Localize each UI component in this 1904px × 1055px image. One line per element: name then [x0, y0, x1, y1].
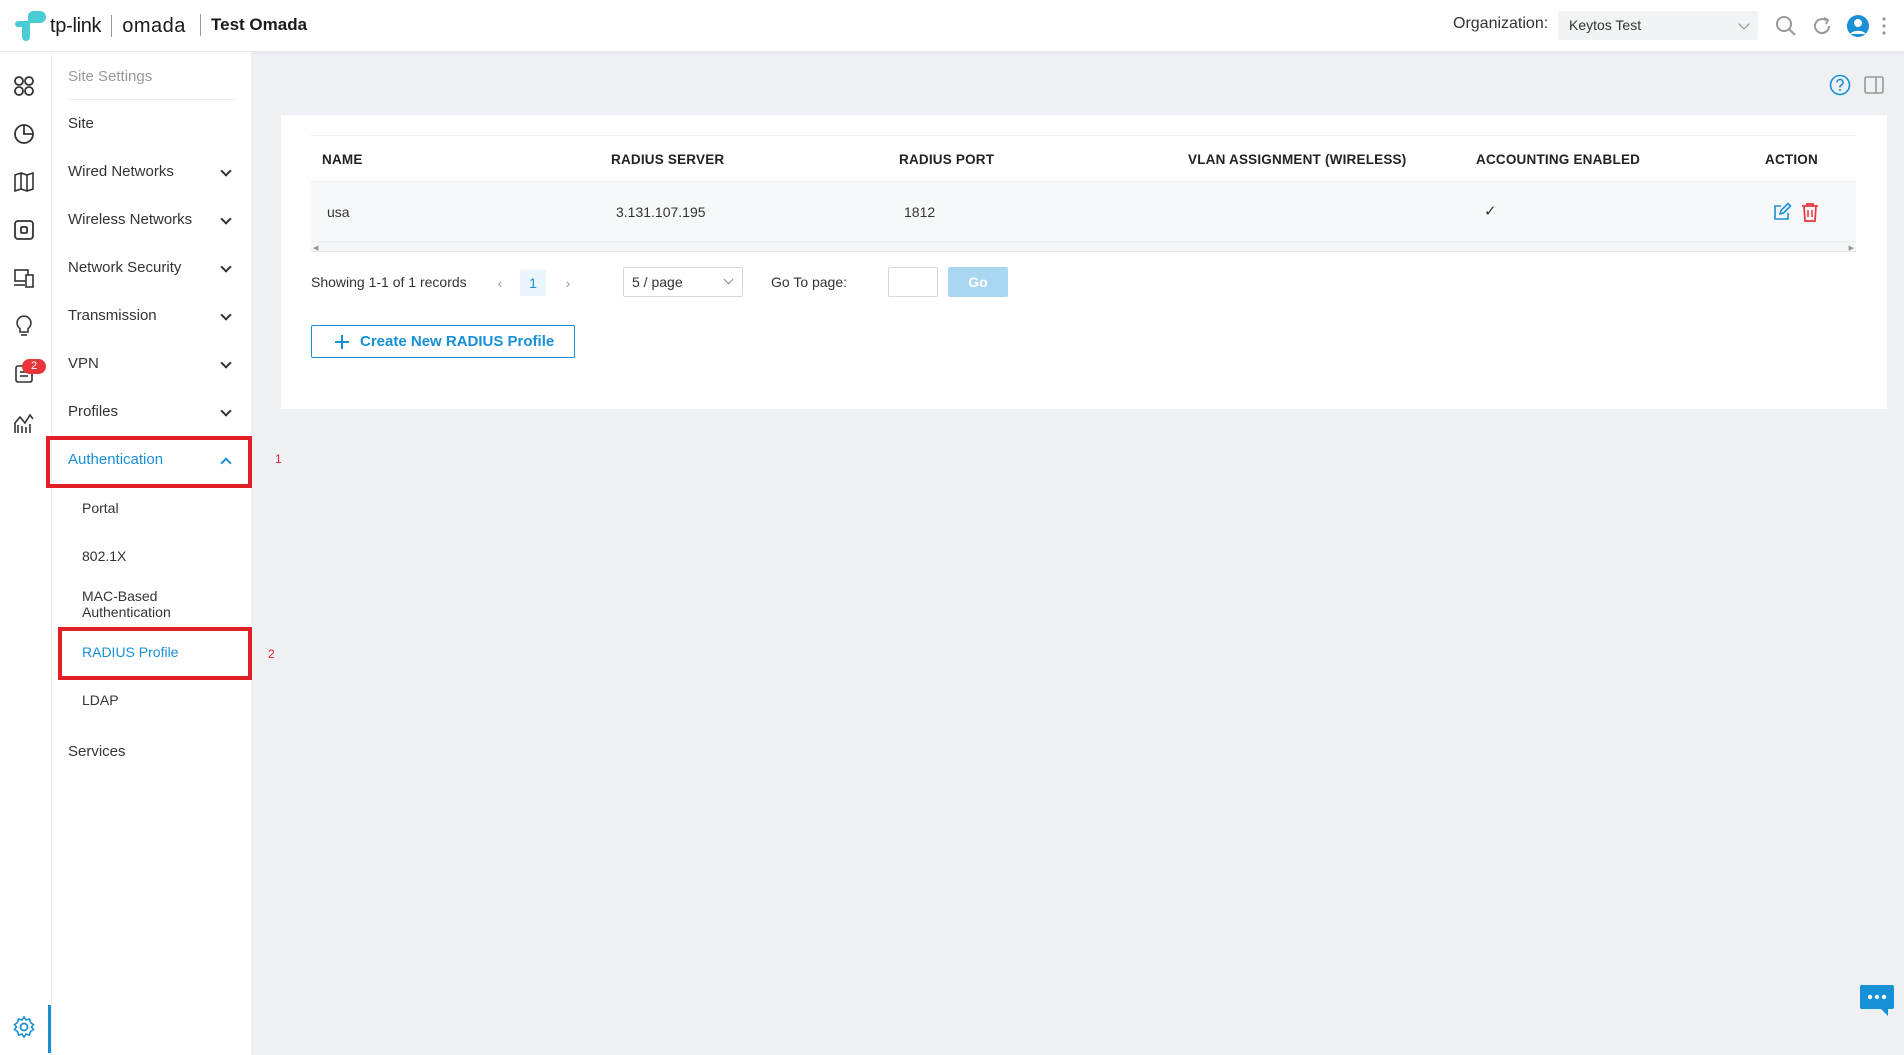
- menu-item-vpn[interactable]: VPN: [68, 340, 236, 388]
- icon-rail: 2: [0, 52, 52, 1055]
- menu-item-label: Network Security: [68, 259, 182, 276]
- menu-item-services[interactable]: Services: [68, 728, 236, 776]
- page-size-value: 5 / page: [632, 274, 683, 290]
- chevron-down-icon: [1738, 18, 1750, 30]
- goto-page-input[interactable]: [888, 267, 938, 297]
- sub-item-portal[interactable]: Portal: [82, 500, 242, 516]
- logs-badge: 2: [22, 359, 47, 374]
- column-header-radius-server[interactable]: RADIUS SERVER: [611, 136, 724, 183]
- next-page-icon[interactable]: ›: [555, 270, 581, 296]
- menu-item-label: Profiles: [68, 403, 119, 420]
- pagination: Showing 1-1 of 1 records ‹ 1 › 5 / page …: [311, 267, 1311, 297]
- statistics-icon[interactable]: [12, 122, 36, 146]
- menu-title: Site Settings: [68, 68, 236, 100]
- rail-active-indicator: [48, 1005, 51, 1053]
- organization-select[interactable]: Keytos Test: [1558, 11, 1758, 40]
- chat-support-icon[interactable]: [1859, 983, 1895, 1017]
- top-bar: tp-link omada Test Omada Organization: K…: [0, 0, 1904, 52]
- column-header-accounting-enabled[interactable]: ACCOUNTING ENABLED: [1476, 136, 1640, 183]
- radius-profile-card: NAME RADIUS SERVER RADIUS PORT VLAN ASSI…: [281, 115, 1887, 409]
- create-button-label: Create New RADIUS Profile: [360, 333, 555, 350]
- cell-name: usa: [327, 204, 350, 220]
- scroll-right-icon[interactable]: ▶: [1849, 244, 1854, 252]
- menu-item-transmission[interactable]: Transmission: [68, 292, 236, 340]
- delete-icon[interactable]: [1801, 202, 1819, 222]
- brand-omada: omada: [122, 14, 186, 37]
- cell-radius-port: 1812: [904, 204, 936, 220]
- chevron-down-icon: [220, 261, 232, 273]
- sub-item-802-1x[interactable]: 802.1X: [82, 548, 242, 564]
- chevron-down-icon: [220, 357, 232, 369]
- organization-value: Keytos Test: [1569, 17, 1642, 33]
- horizontal-scrollbar[interactable]: ◀ ▶: [311, 242, 1856, 252]
- annotation-step-1: 1: [275, 452, 282, 466]
- menu-item-label: Wireless Networks: [68, 211, 193, 228]
- chevron-down-icon: [220, 309, 232, 321]
- clients-icon[interactable]: [12, 266, 36, 290]
- menu-item-wireless-networks[interactable]: Wireless Networks: [68, 196, 236, 244]
- plus-icon: [335, 335, 349, 349]
- site-name[interactable]: Test Omada: [200, 14, 307, 36]
- insight-icon[interactable]: [12, 314, 36, 338]
- help-icon[interactable]: [1829, 74, 1851, 96]
- sub-item-ldap[interactable]: LDAP: [82, 692, 242, 708]
- more-vertical-icon[interactable]: [1880, 14, 1888, 38]
- annotation-box-radius-profile: [58, 627, 252, 680]
- devices-icon[interactable]: [12, 218, 36, 242]
- search-icon[interactable]: [1774, 14, 1798, 38]
- reports-icon[interactable]: [12, 412, 36, 436]
- column-header-vlan-assignment[interactable]: VLAN ASSIGNMENT (WIRELESS): [1188, 136, 1406, 183]
- brand-tp-link: tp-link: [50, 14, 102, 37]
- radius-profile-table: NAME RADIUS SERVER RADIUS PORT VLAN ASSI…: [311, 135, 1856, 252]
- column-header-radius-port[interactable]: RADIUS PORT: [899, 136, 994, 183]
- menu-item-site[interactable]: Site: [68, 100, 236, 148]
- page-number-current[interactable]: 1: [520, 270, 546, 296]
- goto-page-label: Go To page:: [771, 274, 848, 290]
- column-header-name[interactable]: NAME: [322, 136, 363, 183]
- column-header-action: ACTION: [1765, 152, 1818, 167]
- chevron-down-icon: [220, 165, 232, 177]
- page-size-select[interactable]: 5 / page: [623, 267, 743, 297]
- menu-item-label: Transmission: [68, 307, 157, 324]
- settings-icon[interactable]: [12, 1015, 36, 1039]
- chevron-down-icon: [220, 213, 232, 225]
- menu-item-label: Site: [68, 115, 94, 132]
- menu-item-label: Wired Networks: [68, 163, 174, 180]
- tp-link-omada-logo[interactable]: tp-link omada: [14, 11, 186, 41]
- menu-item-profiles[interactable]: Profiles: [68, 388, 236, 436]
- chevron-down-icon: [723, 274, 734, 285]
- panel-toggle-icon[interactable]: [1863, 74, 1885, 96]
- menu-item-wired-networks[interactable]: Wired Networks: [68, 148, 236, 196]
- user-avatar-icon[interactable]: [1846, 14, 1870, 38]
- edit-icon[interactable]: [1772, 202, 1792, 222]
- cell-radius-server: 3.131.107.195: [616, 204, 706, 220]
- tp-link-logo-icon: [15, 11, 46, 41]
- table-row: usa 3.131.107.195 1812 ✓: [311, 182, 1856, 242]
- menu-item-network-security[interactable]: Network Security: [68, 244, 236, 292]
- map-icon[interactable]: [12, 170, 36, 194]
- create-radius-profile-button[interactable]: Create New RADIUS Profile: [311, 325, 575, 358]
- refresh-icon[interactable]: [1810, 14, 1834, 38]
- menu-item-label: Services: [68, 743, 126, 760]
- table-header: NAME RADIUS SERVER RADIUS PORT VLAN ASSI…: [311, 135, 1856, 182]
- annotation-box-authentication: [46, 436, 252, 488]
- annotation-step-2: 2: [268, 647, 275, 661]
- go-button[interactable]: Go: [948, 267, 1008, 297]
- prev-page-icon[interactable]: ‹: [487, 270, 513, 296]
- logo-divider: [111, 15, 113, 37]
- site-settings-menu: Site Settings Site Wired Networks Wirele…: [52, 52, 252, 1055]
- cell-accounting-enabled-check-icon: ✓: [1484, 203, 1497, 220]
- records-summary: Showing 1-1 of 1 records: [311, 274, 467, 290]
- menu-item-label: VPN: [68, 355, 99, 372]
- sub-item-mac-based-authentication[interactable]: MAC-Based Authentication: [82, 588, 192, 620]
- organization-label: Organization:: [1453, 15, 1549, 32]
- chevron-down-icon: [220, 405, 232, 417]
- dashboard-icon[interactable]: [12, 74, 36, 98]
- scroll-left-icon[interactable]: ◀: [313, 244, 318, 252]
